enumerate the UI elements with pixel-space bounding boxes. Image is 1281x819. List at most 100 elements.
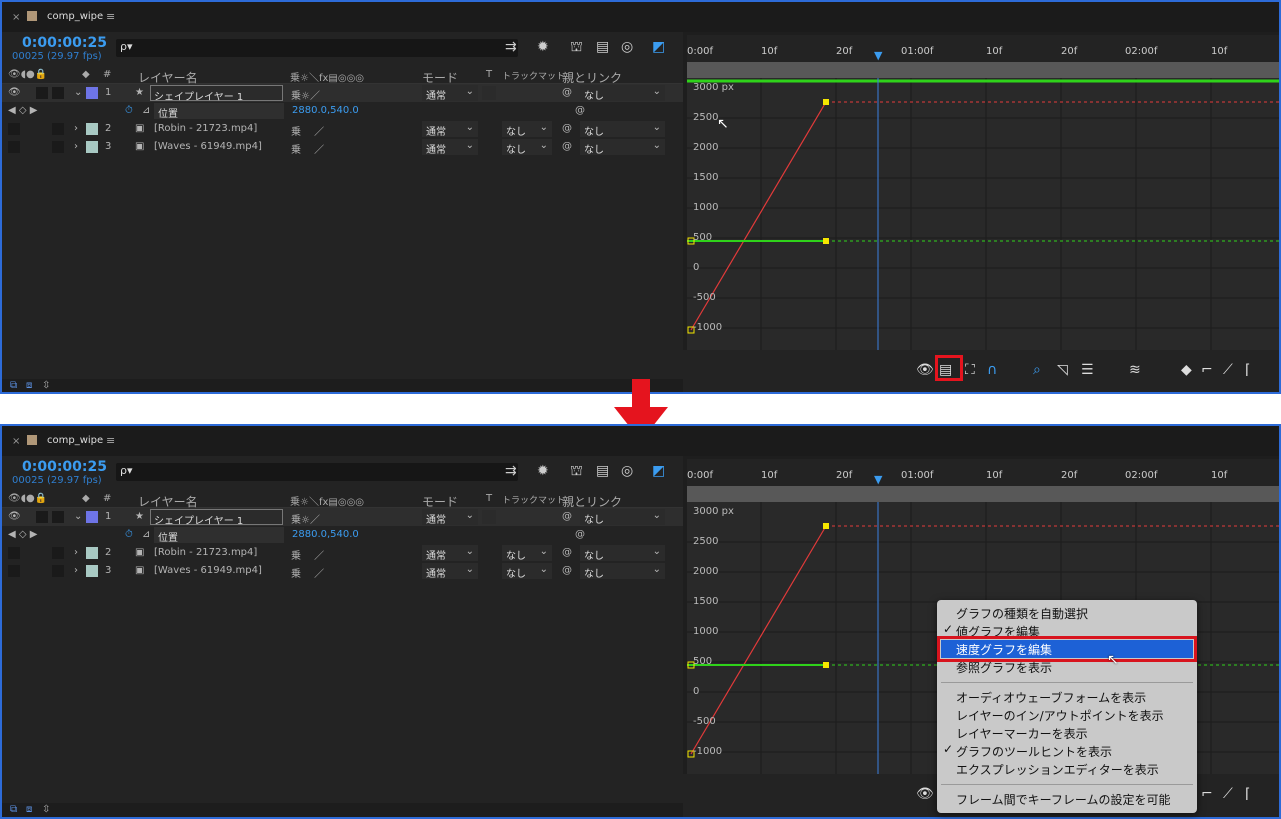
shy-layers-icon[interactable]: ⛫ <box>570 39 583 57</box>
work-area-bar[interactable] <box>687 486 1279 502</box>
mode-dropdown[interactable]: 通常 ⌄ <box>422 545 478 562</box>
keyframe-diamond-icon[interactable]: ◆ <box>1181 362 1192 378</box>
switch-icons[interactable]: 乗 ／ <box>291 547 324 562</box>
value-graph[interactable]: 3000 px 2500 2000 1500 1000 500 0 -500 -… <box>687 78 1279 350</box>
hold-keyframe-icon[interactable]: ⌐ <box>1201 786 1213 802</box>
graph-toggle-icon[interactable]: ⊿ <box>142 105 150 116</box>
panel-menu-icon[interactable]: ≡ <box>106 10 115 23</box>
chevron-right-icon[interactable]: › <box>74 565 78 576</box>
layer-name[interactable]: [Robin - 21723.mp4] <box>154 547 257 558</box>
comp-tab-title[interactable]: comp_wipe <box>47 11 103 22</box>
fit-all-icon[interactable]: ◹ <box>1057 362 1068 378</box>
show-properties-icon[interactable]: 👁 <box>916 786 934 802</box>
pickwhip-icon[interactable]: @ <box>562 87 572 98</box>
fit-selection-icon[interactable]: ⌕ <box>1033 362 1041 378</box>
eye-toggle[interactable] <box>8 123 20 135</box>
pickwhip-icon[interactable]: @ <box>562 511 572 522</box>
menu-item-show-audio-waveform[interactable]: オーディオウェーブフォームを表示 <box>941 688 1193 706</box>
auto-bezier-icon[interactable]: ⟋ <box>1223 786 1233 802</box>
property-value[interactable]: 2880.0,540.0 <box>292 529 359 540</box>
keyframe-nav-icon[interactable]: ◀ ◇ ▶ <box>8 105 37 116</box>
comp-mini-flowchart-icon[interactable]: ⇉ <box>505 39 517 55</box>
parent-dropdown[interactable]: なし ⌄ <box>580 139 665 156</box>
pickwhip-icon[interactable]: @ <box>562 565 572 576</box>
draft-3d-icon[interactable]: ✹ <box>537 463 549 479</box>
layer-row[interactable]: 👁 ⌄ 1 ★ シェイプレイヤー 1 乗☼／ 通常 ⌄ @ なし ⌄ <box>2 84 683 103</box>
parent-dropdown[interactable]: なし ⌄ <box>580 121 665 138</box>
render-icon[interactable]: ⧈ <box>26 804 32 815</box>
menu-item-show-reference-graph[interactable]: 参照グラフを表示 <box>941 658 1193 676</box>
work-area-bar[interactable] <box>687 62 1279 78</box>
comp-mini-flowchart-icon[interactable]: ⇉ <box>505 463 517 479</box>
layer-row[interactable]: › 2 ▣ [Robin - 21723.mp4] 乗 ／ 通常 ⌄ なし ⌄ @ … <box>2 544 683 562</box>
menu-item-edit-value-graph[interactable]: ✓ 値グラフを編集 <box>941 622 1193 640</box>
chevron-down-icon[interactable]: ⌄ <box>74 87 82 98</box>
graph-editor-icon[interactable]: ◩ <box>652 39 665 55</box>
stopwatch-icon[interactable]: ⏱ <box>125 105 133 116</box>
menu-item-show-expression-editor[interactable]: エクスプレッションエディターを表示 <box>941 760 1193 778</box>
eye-icon[interactable]: 👁 <box>8 87 21 98</box>
preserve-transparency[interactable] <box>482 510 496 524</box>
mode-dropdown[interactable]: 通常 ⌄ <box>422 121 478 138</box>
panel-menu-icon[interactable]: ≡ <box>106 434 115 447</box>
trackmatte-dropdown[interactable]: なし ⌄ <box>502 563 552 580</box>
layer-name-field[interactable]: シェイプレイヤー 1 <box>150 509 283 527</box>
chevron-right-icon[interactable]: › <box>74 547 78 558</box>
show-properties-icon[interactable]: 👁 <box>916 362 934 378</box>
mode-dropdown[interactable]: 通常 ⌄ <box>422 139 478 156</box>
frame-blending-icon[interactable]: ▤ <box>596 39 609 55</box>
time-ruler[interactable]: 0:00f 10f 20f 01:00f 10f 20f 02:00f 10f … <box>687 35 1279 63</box>
expand-icon[interactable]: ⇳ <box>42 804 50 815</box>
switch-icons[interactable]: 乗☼／ <box>291 87 320 102</box>
layer-row[interactable]: › 2 ▣ [Robin - 21723.mp4] 乗 ／ 通常 ⌄ なし ⌄ @ … <box>2 120 683 138</box>
mode-dropdown[interactable]: 通常 ⌄ <box>422 563 478 580</box>
snap-icon[interactable]: ∩ <box>987 362 997 378</box>
pickwhip-icon[interactable]: @ <box>575 529 585 540</box>
parent-dropdown[interactable]: なし ⌄ <box>580 85 665 102</box>
comp-settings-icon[interactable]: ⧉ <box>10 380 17 391</box>
layer-row[interactable]: › 3 ▣ [Waves - 61949.mp4] 乗 ／ 通常 ⌄ なし ⌄ @ … <box>2 138 683 156</box>
layer-name[interactable]: [Waves - 61949.mp4] <box>154 565 262 576</box>
hold-keyframe-icon[interactable]: ⌐ <box>1201 362 1213 378</box>
menu-item-allow-keyframes-between-frames[interactable]: フレーム間でキーフレームの設定を可能 <box>941 790 1193 808</box>
switch-icons[interactable]: 乗 ／ <box>291 141 324 156</box>
property-value[interactable]: 2880.0,540.0 <box>292 105 359 116</box>
switch-icons[interactable]: 乗 ／ <box>291 565 324 580</box>
menu-item-show-layer-in-out[interactable]: レイヤーのイン/アウトポイントを表示 <box>941 706 1193 724</box>
current-timecode[interactable]: 0:00:00:25 <box>22 459 107 475</box>
label-color-swatch[interactable] <box>86 123 98 135</box>
shy-layers-icon[interactable]: ⛫ <box>570 463 583 481</box>
property-row[interactable]: ◀ ◇ ▶ ⏱ ⊿ 位置 2880.0,540.0 @ <box>2 102 683 120</box>
auto-bezier-icon[interactable]: ⟋ <box>1223 362 1233 378</box>
trackmatte-dropdown[interactable]: なし ⌄ <box>502 139 552 156</box>
graph-toggle-icon[interactable]: ⊿ <box>142 529 150 540</box>
chevron-right-icon[interactable]: › <box>74 141 78 152</box>
switch-icons[interactable]: 乗☼／ <box>291 511 320 526</box>
label-color-swatch[interactable] <box>86 547 98 559</box>
playhead-icon[interactable]: ▼ <box>874 473 882 486</box>
mode-dropdown[interactable]: 通常 ⌄ <box>422 509 478 526</box>
easy-ease-icon[interactable]: ⌈ <box>1245 786 1250 802</box>
layer-row[interactable]: 👁 ⌄ 1 ★ シェイプレイヤー 1 乗☼／ 通常 ⌄ @ なし ⌄ <box>2 508 683 527</box>
transform-box-icon[interactable]: ⛶ <box>965 362 975 378</box>
pickwhip-icon[interactable]: @ <box>562 141 572 152</box>
motion-blur-icon[interactable]: ◎ <box>621 463 633 479</box>
trackmatte-dropdown[interactable]: なし ⌄ <box>502 121 552 138</box>
parent-dropdown[interactable]: なし ⌄ <box>580 509 665 526</box>
eye-toggle[interactable] <box>8 547 20 559</box>
layer-row[interactable]: › 3 ▣ [Waves - 61949.mp4] 乗 ／ 通常 ⌄ なし ⌄ @ … <box>2 562 683 580</box>
graph-editor-icon[interactable]: ◩ <box>652 463 665 479</box>
chevron-down-icon[interactable]: ⌄ <box>74 511 82 522</box>
render-icon[interactable]: ⧈ <box>26 380 32 391</box>
playhead-icon[interactable]: ▼ <box>874 49 882 62</box>
layer-search-input[interactable]: ρ▾ <box>116 39 518 57</box>
pickwhip-icon[interactable]: @ <box>562 123 572 134</box>
expand-icon[interactable]: ⇳ <box>42 380 50 391</box>
draft-3d-icon[interactable]: ✹ <box>537 39 549 55</box>
easy-ease-icon[interactable]: ⌈ <box>1245 362 1250 378</box>
menu-item-show-graph-tooltips[interactable]: ✓ グラフのツールヒントを表示 <box>941 742 1193 760</box>
parent-dropdown[interactable]: なし ⌄ <box>580 563 665 580</box>
menu-item-show-layer-markers[interactable]: レイヤーマーカーを表示 <box>941 724 1193 742</box>
label-color-swatch[interactable] <box>86 87 98 99</box>
layer-name[interactable]: [Waves - 61949.mp4] <box>154 141 262 152</box>
